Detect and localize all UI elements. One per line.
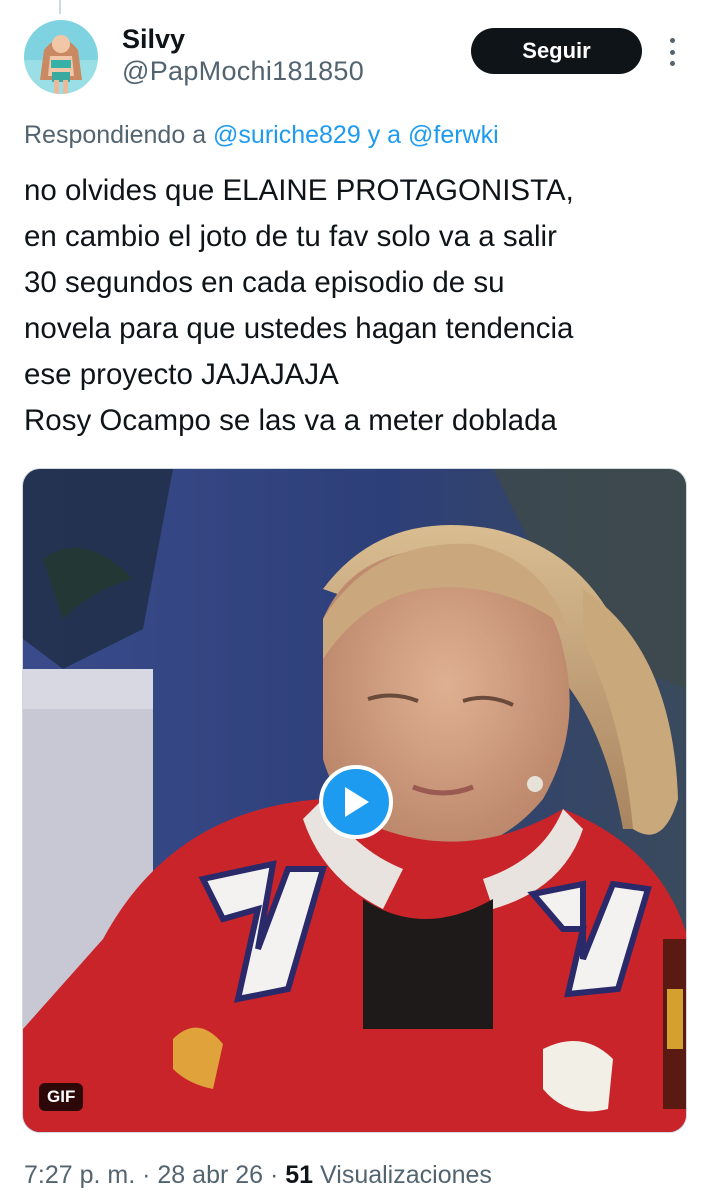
user-handle[interactable]: @PapMochi181850 — [122, 54, 364, 88]
display-name[interactable]: Silvy — [122, 24, 364, 54]
reply-prefix: Respondiendo a — [24, 121, 207, 149]
user-names: Silvy @PapMochi181850 — [122, 24, 364, 88]
reply-mention-ferwki[interactable]: @ferwki — [408, 121, 499, 149]
reply-mention-suriche829[interactable]: @suriche829 — [213, 121, 361, 149]
more-vertical-icon[interactable] — [660, 36, 684, 68]
tweet-header: Silvy @PapMochi181850 Seguir — [0, 0, 710, 110]
tweet-text-line: novela para que ustedes hagan tendencia — [24, 312, 574, 345]
meta-separator: · — [270, 1161, 279, 1189]
tweet-text-line: no olvides que ELAINE PROTAGONISTA, — [24, 174, 574, 207]
avatar[interactable] — [24, 20, 98, 94]
gif-media[interactable]: GIF — [22, 468, 687, 1133]
tweet-text: no olvides que ELAINE PROTAGONISTA, en c… — [24, 168, 694, 444]
tweet-text-line: en cambio el joto de tu fav solo va a sa… — [24, 220, 557, 253]
play-button[interactable] — [319, 765, 393, 839]
tweet-meta: 7:27 p. m. · 28 abr 26 · 51 Visualizacio… — [24, 1158, 492, 1192]
tweet-text-line: Rosy Ocampo se las va a meter doblada — [24, 404, 557, 437]
tweet-text-line: 30 segundos en cada episodio de su — [24, 266, 505, 299]
play-icon — [345, 787, 369, 817]
reply-joiner: y a — [367, 121, 402, 149]
tweet-date[interactable]: 28 abr 26 — [157, 1161, 263, 1189]
replying-to: Respondiendo a @suriche829 y a @ferwki — [24, 118, 499, 152]
tweet-time[interactable]: 7:27 p. m. — [24, 1161, 135, 1189]
views-count: 51 — [285, 1161, 314, 1189]
views-label: Visualizaciones — [320, 1161, 492, 1189]
follow-button[interactable]: Seguir — [471, 28, 642, 74]
meta-separator: · — [142, 1161, 151, 1189]
tweet-text-line: ese proyecto JAJAJAJA — [24, 358, 339, 391]
gif-badge: GIF — [39, 1083, 84, 1111]
